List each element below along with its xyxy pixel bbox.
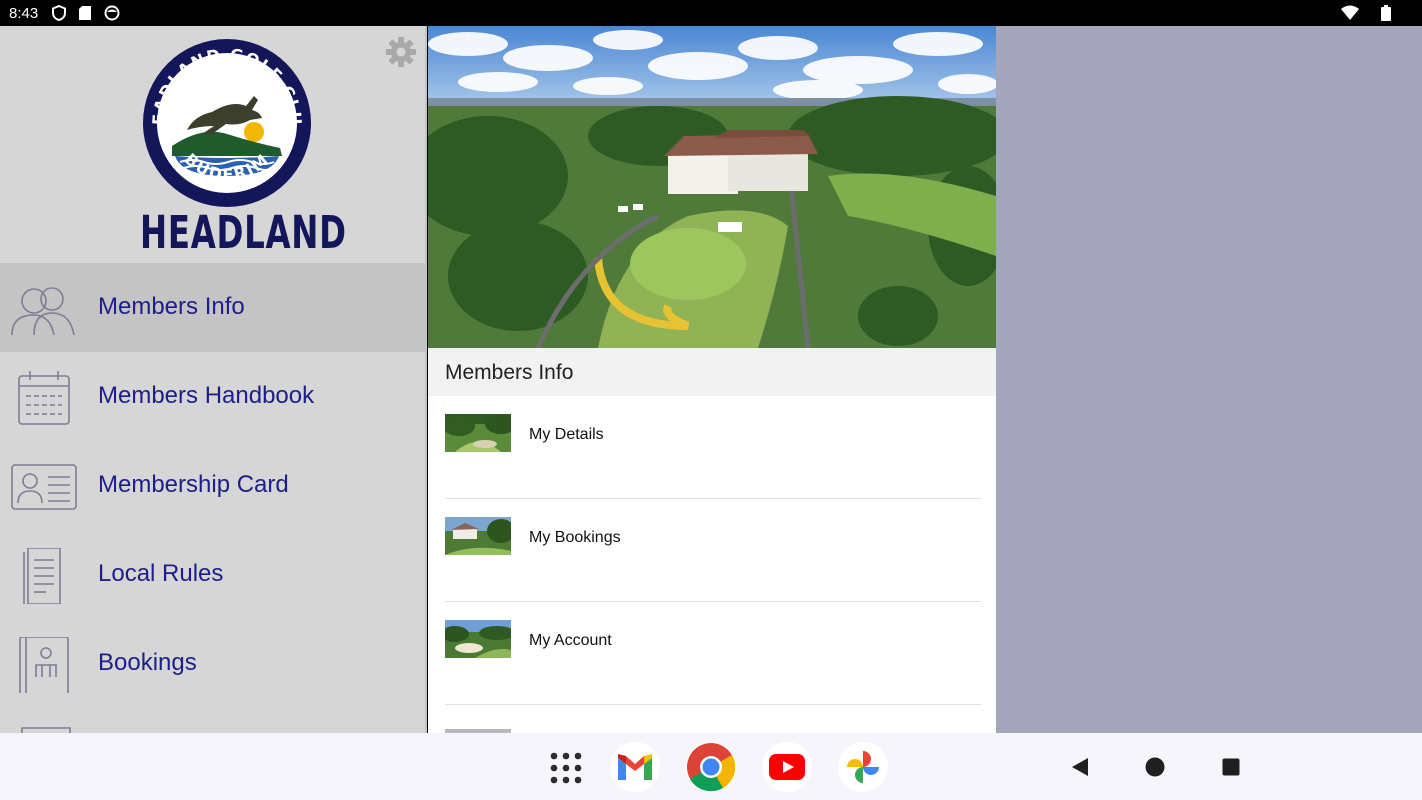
club-logo: HEADLAND GOLF CLUB BUDERIM: [142, 38, 311, 207]
status-time: 8:43: [9, 5, 39, 22]
home-icon[interactable]: [1145, 757, 1165, 777]
sidebar-item-label: Local Rules: [98, 560, 224, 587]
list-item-label: My Bookings: [529, 529, 621, 546]
hero-image: [428, 26, 996, 348]
list-item-my-account[interactable]: My Account: [445, 602, 981, 705]
shield-icon: [52, 5, 66, 21]
partial-menu-icon: [21, 727, 71, 733]
sd-card-icon: [79, 6, 91, 20]
back-icon[interactable]: [1071, 757, 1089, 777]
sidebar-item-partial[interactable]: [0, 708, 425, 733]
photos-icon: [847, 751, 879, 783]
youtube-app[interactable]: [762, 742, 812, 792]
sidebar-item-label: Members Info: [98, 293, 245, 320]
chrome-icon: [687, 743, 736, 792]
club-logo-area: HEADLAND GOLF CLUB BUDERIM HEADLAND: [0, 26, 425, 263]
face-icon: [104, 5, 120, 21]
system-nav-bar: [0, 733, 1422, 800]
gear-icon[interactable]: [385, 36, 417, 68]
battery-icon: [1381, 5, 1391, 21]
main-content: Members Info My Details My Bookings My A…: [428, 26, 996, 733]
sidebar-item-membership-card[interactable]: Membership Card: [0, 441, 425, 530]
sidebar-item-label: Bookings: [98, 649, 197, 676]
bookings-icon: [19, 637, 69, 693]
thumbnail-image: [445, 517, 511, 555]
list-item-label: My Account: [529, 632, 612, 649]
app-drawer-icon[interactable]: [550, 752, 582, 784]
gmail-app[interactable]: [610, 742, 660, 792]
list-item-label: My Details: [529, 426, 604, 443]
sidebar-item-bookings[interactable]: Bookings: [0, 619, 425, 708]
gmail-icon: [618, 754, 652, 780]
youtube-icon: [769, 754, 805, 780]
document-icon: [23, 548, 61, 604]
app-window: HEADLAND GOLF CLUB BUDERIM HEADLAND: [0, 26, 1422, 733]
sidebar-item-label: Membership Card: [98, 471, 289, 498]
status-bar: 8:43: [0, 0, 1422, 26]
wifi-icon: [1341, 5, 1359, 20]
id-card-icon: [11, 464, 77, 510]
photos-app[interactable]: [838, 742, 888, 792]
empty-detail-panel: [996, 26, 1422, 733]
list-item-partial[interactable]: [445, 705, 981, 733]
thumbnail-image: [445, 414, 511, 452]
recents-icon[interactable]: [1222, 758, 1240, 776]
section-title: Members Info: [445, 361, 574, 384]
chrome-app[interactable]: [686, 742, 736, 792]
section-header: Members Info: [428, 348, 996, 396]
sidebar-item-local-rules[interactable]: Local Rules: [0, 530, 425, 619]
club-wordmark: HEADLAND: [140, 206, 347, 259]
thumbnail-image: [445, 620, 511, 658]
members-icon: [11, 287, 75, 336]
sidebar-item-members-handbook[interactable]: Members Handbook: [0, 352, 425, 441]
calendar-icon: [18, 371, 70, 425]
navigation-drawer: HEADLAND GOLF CLUB BUDERIM HEADLAND: [0, 26, 427, 733]
sidebar-item-members-info[interactable]: Members Info: [0, 263, 425, 352]
list-item-my-bookings[interactable]: My Bookings: [445, 499, 981, 602]
sidebar-item-label: Members Handbook: [98, 382, 315, 409]
list-item-my-details[interactable]: My Details: [445, 396, 981, 499]
